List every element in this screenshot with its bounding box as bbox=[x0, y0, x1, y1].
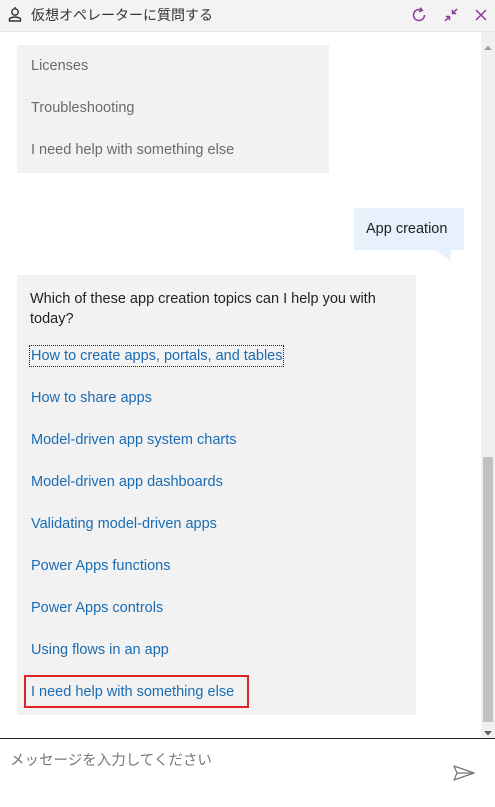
topic-link-create-apps[interactable]: How to create apps, portals, and tables bbox=[28, 345, 285, 367]
highlight-annotation bbox=[24, 675, 249, 708]
topic-link-system-charts[interactable]: Model-driven app system charts bbox=[31, 431, 237, 449]
bot-icon bbox=[6, 6, 24, 24]
user-message-text: App creation bbox=[366, 221, 448, 237]
message-composer bbox=[0, 738, 495, 807]
virtual-agent-window: 仮想オペレーターに質問する Licenses Troubleshooting I… bbox=[0, 0, 495, 807]
user-message: App creation bbox=[354, 208, 464, 250]
option-something-else-previous: I need help with something else bbox=[31, 142, 235, 158]
scrollbar[interactable] bbox=[481, 32, 495, 738]
window-title: 仮想オペレーターに質問する bbox=[31, 7, 213, 23]
topic-link-controls[interactable]: Power Apps controls bbox=[31, 599, 163, 617]
scroll-down-arrow-icon[interactable] bbox=[484, 724, 492, 736]
user-message-tail bbox=[435, 250, 451, 262]
scroll-thumb[interactable] bbox=[483, 457, 493, 722]
topic-link-flows[interactable]: Using flows in an app bbox=[31, 641, 169, 659]
message-input[interactable] bbox=[10, 749, 430, 773]
bot-message-previous: Licenses Troubleshooting I need help wit… bbox=[17, 45, 329, 173]
bot-question-text: Which of these app creation topics can I… bbox=[30, 291, 376, 327]
refresh-icon[interactable] bbox=[408, 4, 430, 26]
topic-link-share-apps[interactable]: How to share apps bbox=[31, 389, 152, 407]
topic-link-validating-apps[interactable]: Validating model-driven apps bbox=[31, 515, 217, 533]
topic-link-functions[interactable]: Power Apps functions bbox=[31, 557, 170, 575]
chat-transcript: Licenses Troubleshooting I need help wit… bbox=[0, 32, 481, 738]
send-icon[interactable] bbox=[452, 764, 476, 782]
minimize-icon[interactable] bbox=[440, 4, 462, 26]
close-icon[interactable] bbox=[470, 4, 492, 26]
header-bar: 仮想オペレーターに質問する bbox=[0, 0, 495, 32]
option-troubleshooting: Troubleshooting bbox=[31, 100, 135, 116]
topic-link-dashboards[interactable]: Model-driven app dashboards bbox=[31, 473, 223, 491]
bot-message-topics: Which of these app creation topics can I… bbox=[17, 275, 416, 715]
option-licenses: Licenses bbox=[31, 58, 89, 74]
scroll-up-arrow-icon[interactable] bbox=[484, 39, 492, 50]
